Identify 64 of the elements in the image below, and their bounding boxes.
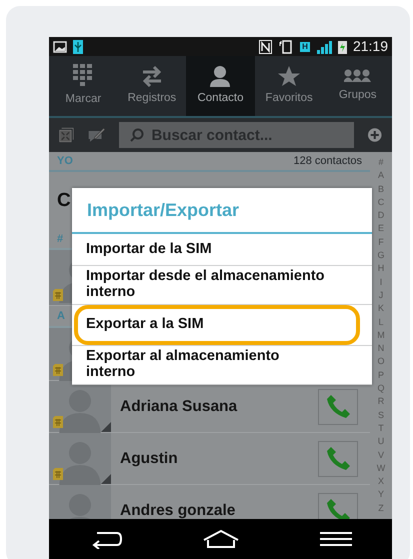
phone-icon xyxy=(326,447,350,470)
contact-name: Andres gonzale xyxy=(119,500,236,519)
tab[interactable]: Grupos xyxy=(323,56,392,116)
group-icon xyxy=(344,68,372,84)
network-type-icon: H xyxy=(300,42,310,52)
image-icon xyxy=(53,40,67,52)
index-letter[interactable]: X xyxy=(378,475,384,488)
section-header: YO xyxy=(57,154,73,169)
index-letter[interactable]: F xyxy=(378,236,384,250)
star-icon xyxy=(277,64,302,87)
clock-time: 21:19 xyxy=(352,37,388,56)
index-letter[interactable]: W xyxy=(376,462,386,476)
index-letter[interactable]: N xyxy=(378,342,384,356)
tab[interactable]: Contacto xyxy=(186,56,255,116)
index-letter[interactable]: S xyxy=(378,408,384,422)
dialpad-icon xyxy=(72,64,94,88)
corner-triangle-icon xyxy=(101,474,111,484)
index-letter[interactable]: D xyxy=(378,209,384,222)
contact-count: 128 contactos xyxy=(294,154,362,169)
menu-item[interactable]: Exportar a la SIM xyxy=(72,304,372,346)
menu-item[interactable]: Exportar al almacenamiento interno xyxy=(72,346,372,385)
index-letter[interactable]: Z xyxy=(378,502,384,516)
add-icon[interactable] xyxy=(368,125,382,145)
tab[interactable]: Registros xyxy=(118,56,186,116)
usb-icon xyxy=(73,40,83,54)
index-letter[interactable]: C xyxy=(378,196,384,210)
index-letter[interactable]: # xyxy=(378,156,384,170)
index-letter[interactable]: Y xyxy=(378,488,384,502)
index-letter[interactable]: L xyxy=(378,316,384,329)
menu-icon xyxy=(320,530,352,547)
section-letter: A xyxy=(57,308,65,324)
section-letter: # xyxy=(57,232,64,247)
index-letter[interactable]: B xyxy=(378,182,384,196)
phone-icon xyxy=(326,499,350,519)
person-icon xyxy=(209,64,232,87)
menu-item[interactable]: Importar desde el almacenamiento interno xyxy=(72,266,372,305)
contact-name: Agustin xyxy=(119,448,179,469)
index-letter[interactable]: E xyxy=(378,222,384,236)
index-letter[interactable]: O xyxy=(377,355,384,369)
index-letter[interactable]: H xyxy=(378,262,384,276)
index-letter[interactable]: G xyxy=(377,249,384,262)
menu-item[interactable]: Importar de la SIM xyxy=(72,234,372,266)
battery-icon xyxy=(338,40,347,54)
index-letter[interactable]: T xyxy=(378,422,384,436)
index-letter[interactable]: J xyxy=(378,288,384,302)
tab[interactable]: Favoritos xyxy=(254,56,324,116)
index-letter[interactable]: A xyxy=(378,169,384,183)
home-icon xyxy=(202,528,240,549)
phone-icon xyxy=(326,395,350,418)
corner-triangle-icon xyxy=(101,422,111,432)
index-letter[interactable]: K xyxy=(378,302,384,316)
index-letter[interactable]: V xyxy=(378,448,384,462)
tab[interactable]: Marcar xyxy=(49,56,118,116)
nfc-icon xyxy=(259,40,272,54)
swap-arrows-icon xyxy=(140,64,163,87)
index-letter[interactable]: Q xyxy=(377,382,384,396)
profile-name: C xyxy=(57,188,71,213)
index-letter[interactable]: M xyxy=(377,328,385,342)
index-letter[interactable]: U xyxy=(378,435,384,449)
index-letter[interactable]: R xyxy=(378,395,384,409)
contact-name: Adriana Susana xyxy=(119,396,238,417)
signal-icon xyxy=(316,40,332,54)
vibrate-icon xyxy=(278,40,294,54)
index-letter[interactable]: P xyxy=(378,368,384,382)
